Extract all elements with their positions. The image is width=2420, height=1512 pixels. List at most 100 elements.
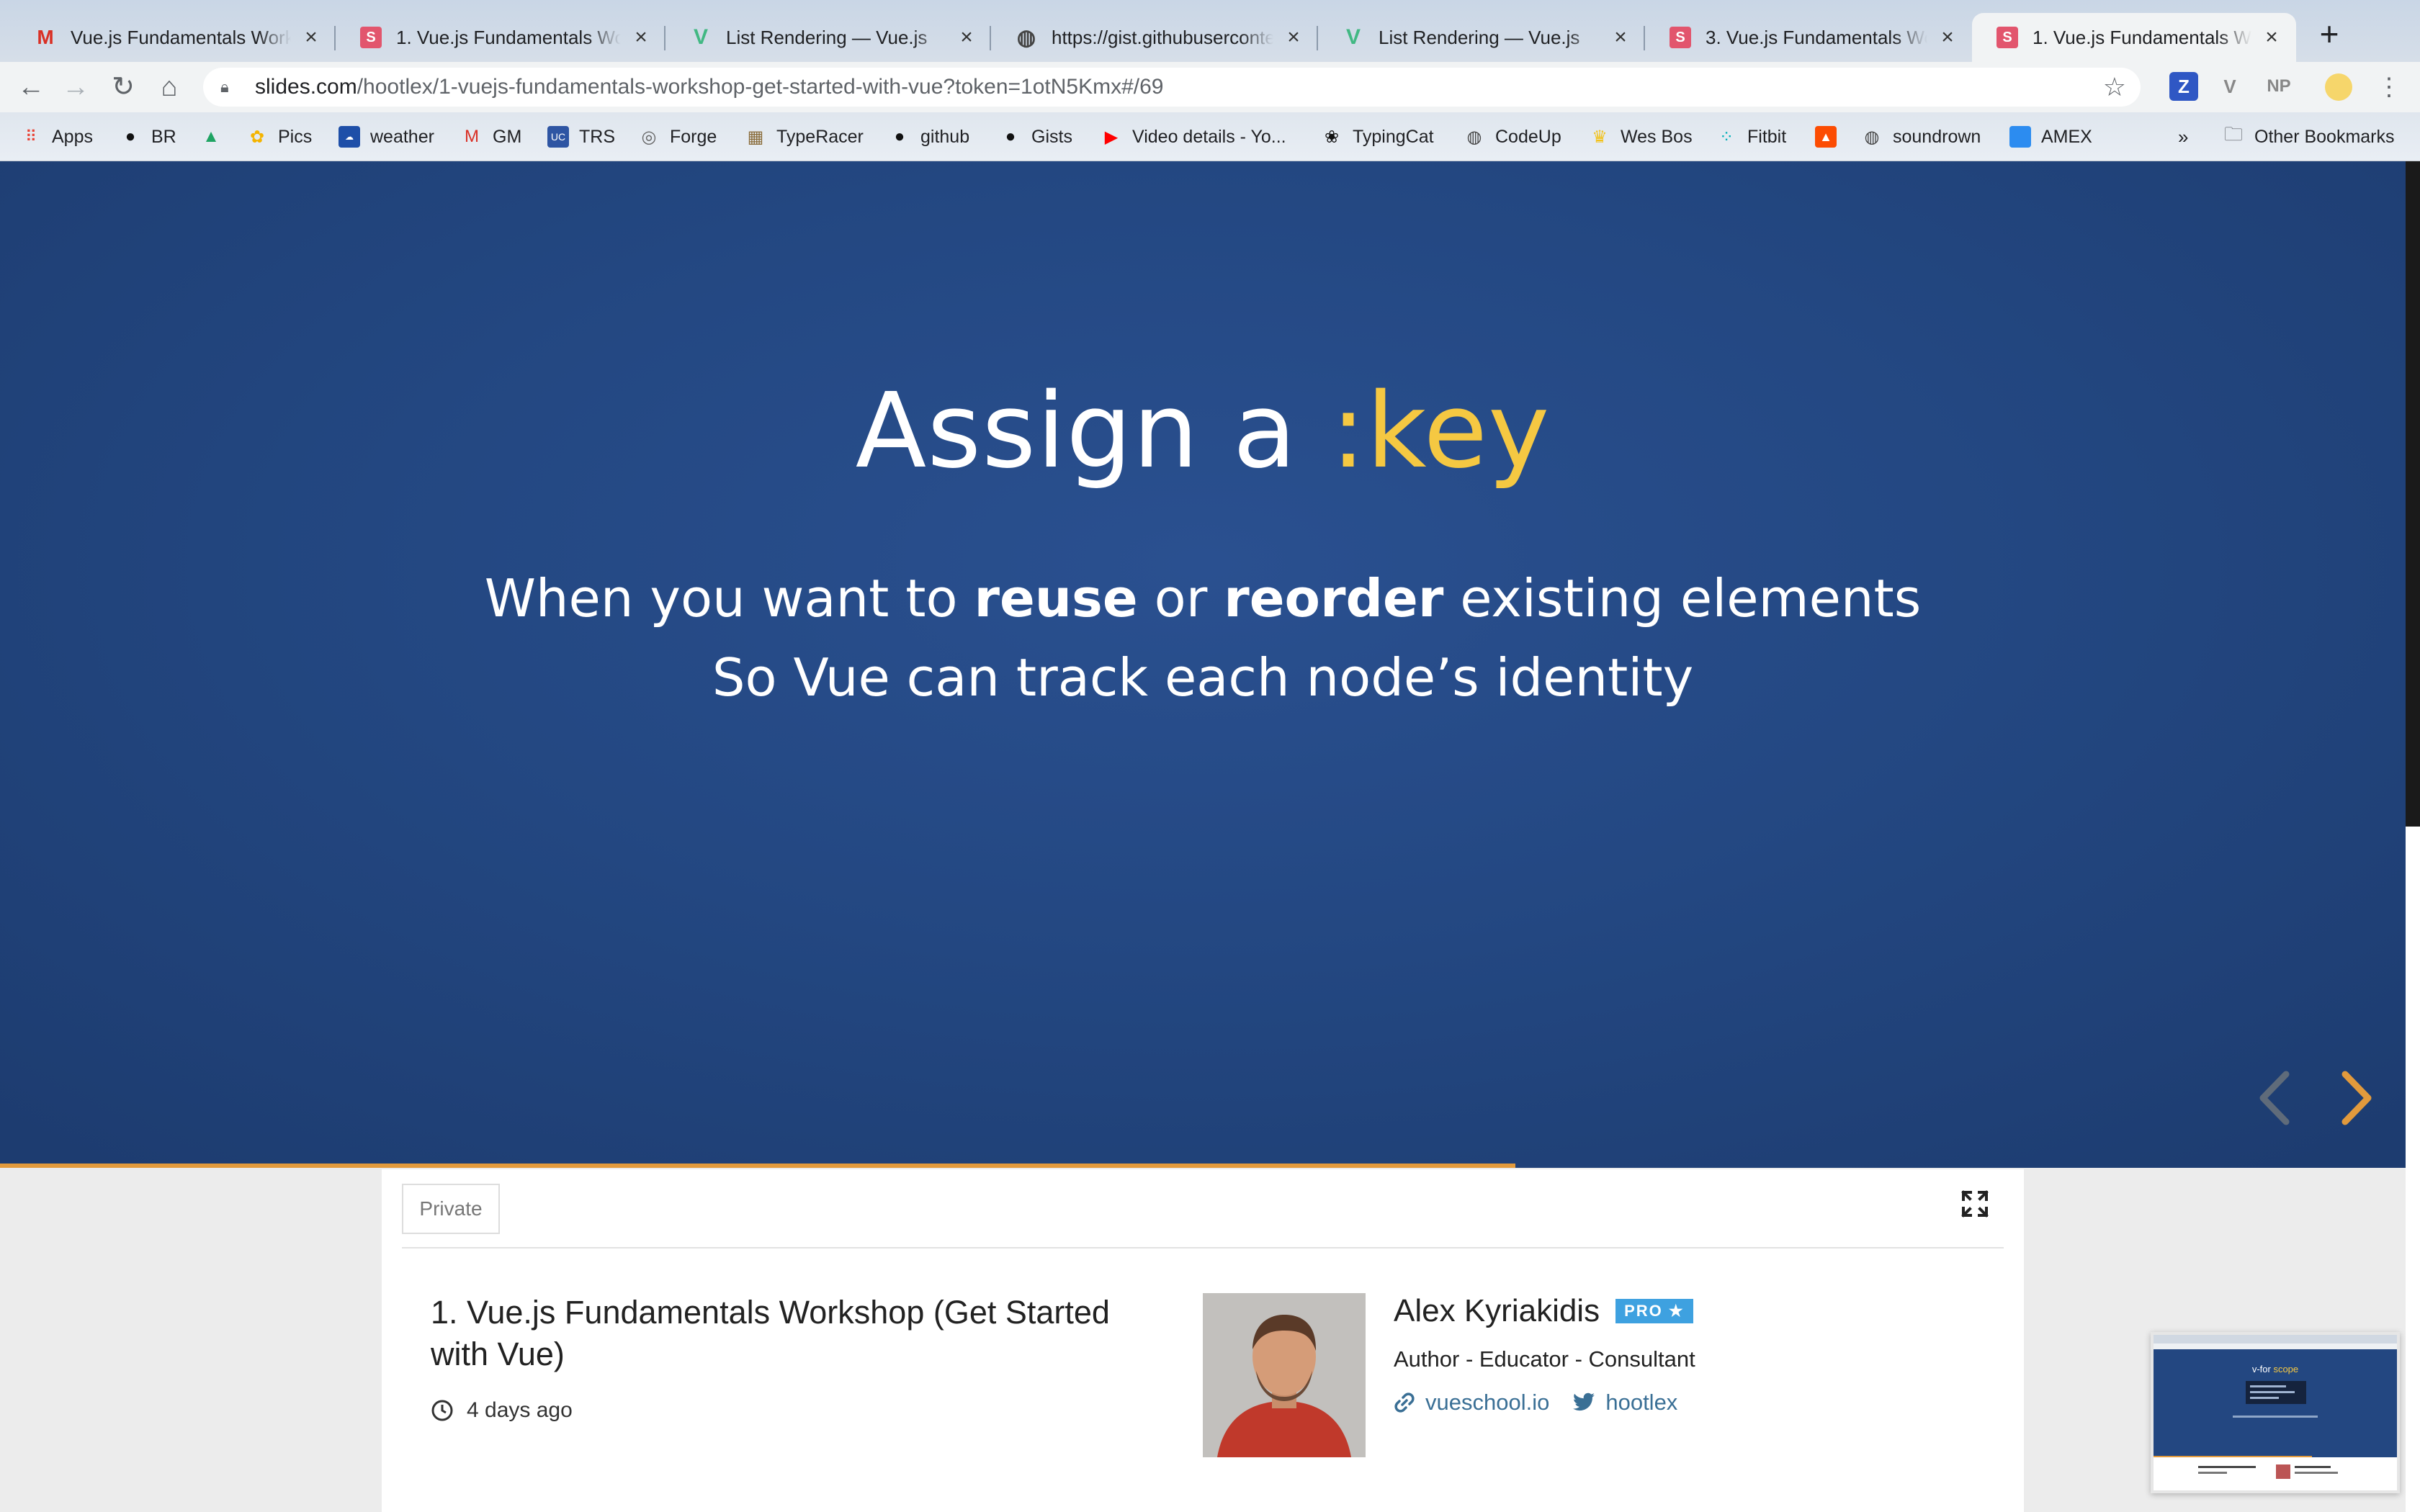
- presentation-slide[interactable]: Assign a :key When you want to reuse or …: [0, 161, 2406, 1168]
- thumbnail-title: v-for scope: [2252, 1364, 2298, 1374]
- bookmark-br[interactable]: ● BR: [120, 124, 176, 150]
- browser-tab[interactable]: S 1. Vue.js Fundamentals Work ×: [336, 13, 666, 62]
- panel-divider: [402, 1247, 2004, 1248]
- crown-icon: ♛: [1592, 127, 1608, 147]
- close-tab-icon[interactable]: ×: [2262, 27, 2282, 48]
- forward-button[interactable]: →: [59, 71, 92, 104]
- apps-grid-icon: ⠿: [24, 127, 37, 145]
- vue-icon: V: [1345, 25, 1361, 49]
- website-link[interactable]: vueschool.io: [1394, 1390, 1549, 1416]
- strava-icon: ▲: [1815, 126, 1837, 148]
- slide-title-text: Assign a: [855, 370, 1331, 491]
- browser-tab-active[interactable]: S 1. Vue.js Fundamentals Work ×: [1972, 13, 2296, 62]
- extension-label: Z: [2178, 75, 2190, 97]
- bookmark-typeracer[interactable]: ▦ TypeRacer: [745, 124, 864, 150]
- browser-tab[interactable]: V List Rendering — Vue.js ×: [666, 13, 991, 62]
- close-tab-icon[interactable]: ×: [1283, 27, 1304, 48]
- browser-tab[interactable]: S 3. Vue.js Fundamentals Work ×: [1645, 13, 1972, 62]
- text-fragment: or: [1137, 568, 1224, 629]
- bookmark-fitbit[interactable]: ⁘ Fitbit: [1716, 124, 1786, 150]
- visibility-badge[interactable]: Private: [402, 1184, 500, 1234]
- drive-icon: ▲: [202, 127, 220, 146]
- author-name[interactable]: Alex Kyriakidis PRO ★: [1394, 1293, 1693, 1329]
- address-bar[interactable]: 🔒︎ slides.com/hootlex/1-vuejs-fundamenta…: [203, 68, 2141, 107]
- bookmark-drive[interactable]: ▲: [200, 124, 232, 150]
- menu-kebab-icon[interactable]: ⋮: [2372, 71, 2406, 104]
- bookmark-weather[interactable]: ☁ weather: [339, 124, 434, 150]
- home-button[interactable]: ⌂: [153, 71, 186, 104]
- browser-tab[interactable]: M Vue.js Fundamentals Worksh ×: [10, 13, 336, 62]
- zoom-extension-icon[interactable]: Z: [2169, 72, 2198, 101]
- url-text: slides.com/hootlex/1-vuejs-fundamentals-…: [255, 75, 1163, 99]
- tab-title: 3. Vue.js Fundamentals Work: [1706, 26, 1927, 48]
- bookmark-amex[interactable]: AMEX: [2009, 124, 2092, 150]
- page-scrollbar[interactable]: [2406, 161, 2420, 1512]
- author-links: vueschool.io hootlex: [1394, 1390, 1700, 1416]
- browser-tab[interactable]: V List Rendering — Vue.js ×: [1318, 13, 1645, 62]
- bookmark-apps[interactable]: ⠿ Apps: [20, 124, 93, 150]
- bookmark-label: AMEX: [2041, 126, 2092, 147]
- close-tab-icon[interactable]: ×: [631, 27, 651, 48]
- bookmark-label: TypeRacer: [776, 126, 864, 147]
- bookmark-label: Other Bookmarks: [2254, 126, 2395, 147]
- scrollbar-thumb[interactable]: [2406, 827, 2420, 1512]
- pro-badge: PRO ★: [1615, 1299, 1693, 1323]
- globe-icon: ◍: [1864, 127, 1880, 147]
- bookmark-gists[interactable]: ● Gists: [1000, 124, 1072, 150]
- profile-avatar[interactable]: [2325, 73, 2352, 101]
- bookmark-youtube[interactable]: ▶ Video details - Yo...: [1101, 124, 1286, 150]
- deck-updated: 4 days ago: [431, 1398, 573, 1423]
- github-icon: ●: [125, 127, 136, 146]
- bookmark-wesbos[interactable]: ♛ Wes Bos: [1589, 124, 1692, 150]
- url-host: slides.com: [255, 75, 357, 99]
- slide-progress-bar: [0, 1164, 1516, 1168]
- folder-icon: 🗀︎: [2223, 123, 2243, 145]
- slides-icon: S: [360, 27, 382, 48]
- bookmark-label: Apps: [52, 126, 93, 147]
- text-fragment: When you want to: [484, 568, 974, 629]
- close-tab-icon[interactable]: ×: [301, 27, 321, 48]
- browser-tab[interactable]: ◍ https://gist.githubuserconte ×: [991, 13, 1318, 62]
- bookmark-forge[interactable]: ◎ Forge: [638, 124, 717, 150]
- emphasis-reuse: reuse: [974, 568, 1138, 629]
- tab-title: 1. Vue.js Fundamentals Work: [2033, 26, 2251, 48]
- bookmark-pics[interactable]: ✿ Pics: [246, 124, 312, 150]
- bookmark-strava[interactable]: ▲: [1815, 124, 1847, 150]
- close-tab-icon[interactable]: ×: [1937, 27, 1958, 48]
- url-path: /hootlex/1-vuejs-fundamentals-workshop-g…: [357, 75, 1164, 99]
- bookmark-codeup[interactable]: ◍ CodeUp: [1464, 124, 1561, 150]
- bookmark-label: TypingCat: [1353, 126, 1434, 147]
- weather-icon: ☁: [339, 126, 360, 148]
- fullscreen-icon[interactable]: [1960, 1189, 1989, 1218]
- np-extension-icon[interactable]: NP: [2262, 72, 2296, 101]
- author-avatar[interactable]: [1203, 1293, 1366, 1457]
- bookmark-trs[interactable]: UC TRS: [547, 124, 615, 150]
- slide-line-2: So Vue can track each node’s identity: [712, 647, 1694, 708]
- previous-slide-arrow-icon[interactable]: [2250, 1066, 2300, 1130]
- bookmark-typingcat[interactable]: ❀ TypingCat: [1321, 124, 1434, 150]
- twitter-link[interactable]: hootlex: [1572, 1390, 1677, 1416]
- reload-button[interactable]: ↻: [107, 71, 140, 104]
- new-tab-button[interactable]: +: [2312, 17, 2347, 52]
- close-tab-icon[interactable]: ×: [956, 27, 977, 48]
- text-fragment: existing elements: [1443, 568, 1922, 629]
- next-slide-arrow-icon[interactable]: [2331, 1066, 2381, 1130]
- bookmark-soundrown[interactable]: ◍ soundrown: [1861, 124, 1981, 150]
- bookmark-star-icon[interactable]: ☆: [2103, 73, 2126, 101]
- forge-icon: ◎: [641, 127, 657, 147]
- close-tab-icon[interactable]: ×: [1610, 27, 1631, 48]
- updated-text: 4 days ago: [467, 1398, 573, 1422]
- bookmark-github[interactable]: ● github: [889, 124, 969, 150]
- slide-title-keyword: :key: [1330, 370, 1551, 491]
- vue-icon: V: [693, 25, 708, 49]
- more-bookmarks-button[interactable]: »: [2178, 124, 2188, 150]
- bookmark-gm[interactable]: M GM: [461, 124, 521, 150]
- bookmark-label: Gists: [1031, 126, 1072, 147]
- slide-thumbnail-preview[interactable]: v-for scope: [2151, 1332, 2400, 1493]
- other-bookmarks-folder[interactable]: 🗀︎ Other Bookmarks: [2223, 123, 2395, 150]
- bookmark-label: GM: [493, 126, 522, 147]
- back-button[interactable]: ←: [14, 71, 48, 104]
- vue-devtools-icon[interactable]: V: [2215, 72, 2244, 101]
- twitter-handle: hootlex: [1605, 1390, 1678, 1415]
- bookmark-label: soundrown: [1893, 126, 1981, 147]
